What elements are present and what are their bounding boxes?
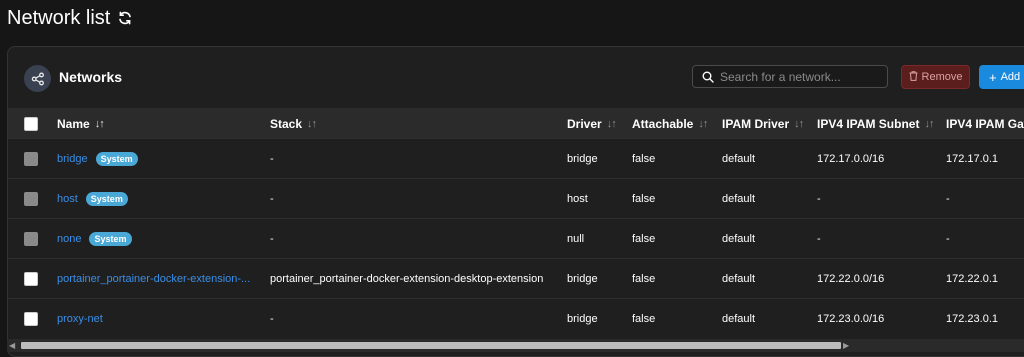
table-row: bridge System - bridge false default 172… (8, 138, 1024, 179)
gateway-cell: 172.17.0.1 (946, 153, 998, 165)
column-header-attachable[interactable]: Attachable ↓↑ (632, 108, 708, 139)
column-ipv4-subnet-label: IPV4 IPAM Subnet (817, 116, 920, 131)
sort-icon: ↓↑ (94, 117, 105, 130)
select-all-checkbox[interactable] (24, 117, 38, 131)
table-row: proxy-net - bridge false default 172.23.… (8, 298, 1024, 339)
column-header-ipam-driver[interactable]: IPAM Driver ↓↑ (722, 108, 804, 139)
system-badge: System (95, 152, 138, 166)
network-name-link[interactable]: none (57, 233, 81, 245)
network-name-link[interactable]: proxy-net (57, 313, 103, 325)
ipam-driver-cell: default (722, 313, 756, 325)
remove-button[interactable]: Remove (901, 65, 970, 89)
driver-cell: bridge (567, 273, 598, 285)
add-network-button[interactable]: + Add n (979, 65, 1024, 89)
remove-button-label: Remove (921, 71, 963, 83)
network-name-link[interactable]: portainer_portainer-docker-extension-... (57, 273, 250, 285)
add-network-button-label: Add n (1000, 71, 1024, 83)
share-network-icon (24, 65, 51, 92)
gateway-cell: - (946, 233, 950, 245)
stack-cell: - (270, 193, 274, 205)
column-header-ipv4-subnet[interactable]: IPV4 IPAM Subnet ↓↑ (817, 108, 934, 139)
table-header: Name ↓↑ Stack ↓↑ Driver ↓↑ Attachable ↓↑… (8, 108, 1024, 139)
driver-cell: host (567, 193, 588, 205)
name-cell: none System (57, 219, 132, 259)
name-cell: proxy-net (57, 299, 103, 339)
search-icon (702, 71, 714, 83)
column-header-ipv4-gateway[interactable]: IPV4 IPAM Gate (946, 108, 1024, 139)
plus-icon: + (989, 69, 997, 85)
sort-icon: ↓↑ (307, 117, 317, 130)
attachable-cell: false (632, 233, 656, 245)
row-checkbox[interactable] (24, 272, 38, 286)
driver-cell: bridge (567, 153, 598, 165)
scrollbar-thumb[interactable] (21, 342, 841, 349)
page-header: Network list (7, 5, 133, 31)
row-checkbox[interactable] (24, 312, 38, 326)
table-row: none System - null false default - - (8, 218, 1024, 259)
row-checkbox[interactable] (24, 232, 38, 246)
subnet-cell: 172.17.0.0/16 (817, 153, 885, 165)
stack-cell: portainer_portainer-docker-extension-des… (270, 273, 544, 285)
driver-cell: null (567, 233, 585, 245)
sort-icon: ↓↑ (606, 117, 617, 130)
network-name-link[interactable]: host (57, 193, 78, 205)
gateway-cell: - (946, 193, 950, 205)
table-row: host System - host false default - - (8, 178, 1024, 219)
subnet-cell: 172.22.0.0/16 (817, 273, 885, 285)
column-ipv4-gateway-label: IPV4 IPAM Gate (946, 116, 1024, 131)
table-row: portainer_portainer-docker-extension-...… (8, 258, 1024, 299)
ipam-driver-cell: default (722, 193, 756, 205)
subnet-cell: - (817, 193, 821, 205)
network-name-link[interactable]: bridge (57, 153, 88, 165)
refresh-icon[interactable] (117, 10, 133, 26)
subnet-cell: - (817, 233, 821, 245)
subnet-cell: 172.23.0.0/16 (817, 313, 885, 325)
attachable-cell: false (632, 273, 656, 285)
column-attachable-label: Attachable (632, 116, 694, 131)
column-header-stack[interactable]: Stack ↓↑ (270, 108, 317, 139)
name-cell: host System (57, 179, 128, 219)
search-input[interactable] (720, 69, 880, 84)
page-title: Network list (7, 6, 111, 29)
networks-widget: Networks Remove + Add n Name (7, 46, 1024, 357)
system-badge: System (89, 232, 132, 246)
row-checkbox[interactable] (24, 152, 38, 166)
ipam-driver-cell: default (722, 233, 756, 245)
trash-icon (909, 70, 918, 84)
stack-cell: - (270, 233, 274, 245)
attachable-cell: false (632, 193, 656, 205)
column-name-label: Name (57, 116, 90, 131)
sort-icon: ↓↑ (924, 117, 934, 130)
column-driver-label: Driver (567, 116, 602, 131)
scroll-left-arrow-icon[interactable]: ◀ (9, 339, 15, 352)
system-badge: System (85, 192, 128, 206)
attachable-cell: false (632, 313, 656, 325)
row-checkbox[interactable] (24, 192, 38, 206)
column-header-driver[interactable]: Driver ↓↑ (567, 108, 617, 139)
horizontal-scrollbar[interactable]: ◀ ▶ (7, 339, 1024, 352)
column-header-name[interactable]: Name ↓↑ (57, 108, 105, 139)
widget-title: Networks (59, 69, 123, 85)
search-box[interactable] (692, 65, 888, 88)
column-ipam-driver-label: IPAM Driver (722, 116, 790, 131)
scroll-right-arrow-icon[interactable]: ▶ (843, 339, 849, 352)
gateway-cell: 172.22.0.1 (946, 273, 998, 285)
gateway-cell: 172.23.0.1 (946, 313, 998, 325)
sort-icon: ↓↑ (698, 117, 708, 130)
stack-cell: - (270, 313, 274, 325)
stack-cell: - (270, 153, 274, 165)
widget-header: Networks Remove + Add n (8, 47, 1024, 107)
ipam-driver-cell: default (722, 153, 756, 165)
name-cell: bridge System (57, 139, 138, 179)
column-stack-label: Stack (270, 116, 303, 131)
name-cell: portainer_portainer-docker-extension-... (57, 259, 250, 299)
ipam-driver-cell: default (722, 273, 756, 285)
sort-icon: ↓↑ (794, 117, 804, 130)
attachable-cell: false (632, 153, 656, 165)
driver-cell: bridge (567, 313, 598, 325)
